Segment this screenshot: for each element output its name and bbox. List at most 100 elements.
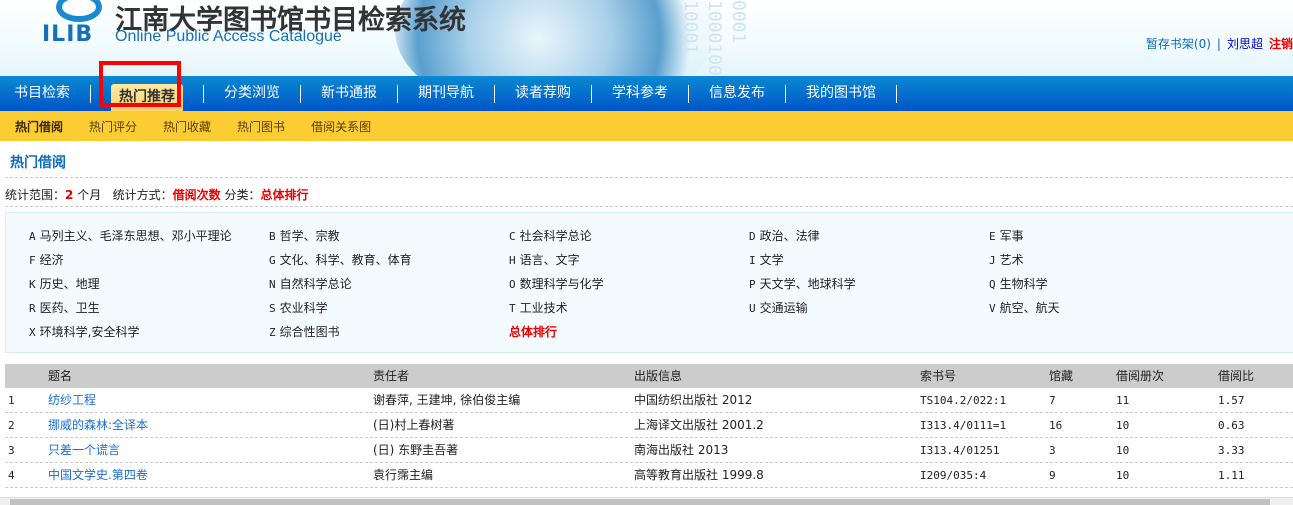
category-link-U[interactable]: U 交通运输 bbox=[749, 299, 808, 316]
category-code: V bbox=[989, 302, 996, 315]
table-row: 2 挪威的森林:全译本 (日)村上春树著 上海译文出版社 2001.2 I313.4/0… bbox=[5, 413, 1293, 438]
cell-loans: 10 bbox=[1116, 469, 1130, 482]
category-link-A[interactable]: A 马列主义、毛泽东思想、邓小平理论 bbox=[29, 227, 232, 244]
category-link-E[interactable]: E 军事 bbox=[989, 227, 1024, 244]
category-link-O[interactable]: O 数理科学与化学 bbox=[509, 275, 604, 292]
category-code: H bbox=[509, 254, 516, 267]
nav-item-4[interactable]: 期刊导航 bbox=[418, 76, 474, 111]
cell-holdings: 9 bbox=[1049, 469, 1056, 482]
category-name: 天文学、地球科学 bbox=[759, 277, 856, 291]
nav-item-3[interactable]: 新书通报 bbox=[321, 76, 377, 111]
table-row: 1 纺纱工程 谢春萍, 王建坤, 徐伯俊主编 中国纺织出版社 2012 TS104.2/… bbox=[5, 388, 1293, 413]
category-code: G bbox=[269, 254, 276, 267]
category-name: 医药、卫生 bbox=[39, 301, 100, 315]
column-header: 借阅册次 bbox=[1116, 369, 1165, 383]
range-unit: 个月 bbox=[73, 188, 102, 202]
category-link-R[interactable]: R 医药、卫生 bbox=[29, 299, 100, 316]
cell-holdings: 16 bbox=[1049, 419, 1063, 432]
category-link-T[interactable]: T 工业技术 bbox=[509, 299, 568, 316]
nav-separator bbox=[494, 84, 495, 103]
category-code: I bbox=[749, 254, 756, 267]
header-banner: 0001 1000100 10001 ILIB 江南大学图书馆书目检索系统 On… bbox=[0, 0, 1293, 76]
category-link-G[interactable]: G 文化、科学、教育、体育 bbox=[269, 251, 412, 268]
column-header: 索书号 bbox=[920, 369, 957, 383]
category-link-B[interactable]: B 哲学、宗教 bbox=[269, 227, 340, 244]
category-link-Q[interactable]: Q 生物科学 bbox=[989, 275, 1048, 292]
book-title-link[interactable]: 挪威的森林:全译本 bbox=[48, 413, 148, 438]
category-link-D[interactable]: D 政治、法律 bbox=[749, 227, 820, 244]
cell-holdings: 7 bbox=[1049, 394, 1056, 407]
nav-item-6[interactable]: 学科参考 bbox=[612, 76, 668, 111]
category-link-H[interactable]: H 语言、文字 bbox=[509, 251, 580, 268]
category-link-F[interactable]: F 经济 bbox=[29, 251, 64, 268]
cell-ratio: 3.33 bbox=[1218, 444, 1245, 457]
category-link-V[interactable]: V 航空、航天 bbox=[989, 299, 1060, 316]
cell-author: (日)村上春树著 bbox=[373, 418, 455, 432]
nav-item-0[interactable]: 书目检索 bbox=[14, 76, 70, 111]
category-link-J[interactable]: J 艺术 bbox=[989, 251, 1024, 268]
category-name: 农业科学 bbox=[279, 301, 328, 315]
cell-loans: 11 bbox=[1116, 394, 1130, 407]
book-title-link[interactable]: 纺纱工程 bbox=[48, 388, 96, 413]
sub-nav: 热门借阅 热门评分 热门收藏 热门图书 借阅关系图 bbox=[0, 111, 1293, 141]
nav-item-2[interactable]: 分类浏览 bbox=[224, 76, 280, 111]
user-name-link[interactable]: 刘思超 bbox=[1227, 37, 1263, 51]
category-name: 马列主义、毛泽东思想、邓小平理论 bbox=[39, 229, 232, 243]
category-name: 军事 bbox=[999, 229, 1024, 243]
binary-decoration: 0001 1000100 10001 bbox=[680, 0, 749, 76]
category-panel: A 马列主义、毛泽东思想、邓小平理论 B 哲学、宗教 C 社会科学总论 D 政治、法律 E 军事 F… bbox=[5, 212, 1293, 353]
category-label: 分类： bbox=[224, 188, 261, 202]
category-code: J bbox=[989, 254, 996, 267]
row-number: 2 bbox=[8, 419, 15, 432]
cell-call: TS104.2/022:1 bbox=[920, 394, 1007, 407]
category-link-Z[interactable]: Z 综合性图书 bbox=[269, 323, 340, 340]
cell-author: 袁行霈主编 bbox=[373, 468, 434, 482]
category-link-all[interactable]: 总体排行 bbox=[509, 323, 557, 340]
category-code: X bbox=[29, 326, 36, 339]
table-header: 题名 责任者 出版信息 索书号 馆藏 借阅册次 借阅比 bbox=[5, 364, 1293, 388]
category-code: F bbox=[29, 254, 36, 267]
logout-link[interactable]: 注销 bbox=[1269, 37, 1293, 51]
subnav-item-4[interactable]: 借阅关系图 bbox=[311, 118, 371, 135]
subnav-item-0[interactable]: 热门借阅 bbox=[15, 118, 63, 135]
category-name: 工业技术 bbox=[519, 301, 568, 315]
category-link-I[interactable]: I 文学 bbox=[749, 251, 784, 268]
subnav-item-1[interactable]: 热门评分 bbox=[89, 118, 137, 135]
category-link-X[interactable]: X 环境科学,安全科学 bbox=[29, 323, 139, 340]
category-name: 数理科学与化学 bbox=[519, 277, 604, 291]
divider bbox=[5, 206, 1293, 207]
nav-separator bbox=[688, 84, 689, 103]
column-header: 题名 bbox=[48, 369, 73, 383]
subnav-item-2[interactable]: 热门收藏 bbox=[163, 118, 211, 135]
subnav-item-3[interactable]: 热门图书 bbox=[237, 118, 285, 135]
category-name: 政治、法律 bbox=[759, 229, 820, 243]
nav-item-5[interactable]: 读者荐购 bbox=[515, 76, 571, 111]
divider bbox=[5, 177, 1293, 178]
category-link-K[interactable]: K 历史、地理 bbox=[29, 275, 100, 292]
book-title-link[interactable]: 中国文学史.第四卷 bbox=[48, 463, 148, 488]
category-code: Z bbox=[269, 326, 276, 339]
book-title-link[interactable]: 只差一个谎言 bbox=[48, 438, 120, 463]
table-row: 4 中国文学史.第四卷 袁行霈主编 高等教育出版社 1999.8 I209/035:4 9… bbox=[5, 463, 1293, 488]
category-link-C[interactable]: C 社会科学总论 bbox=[509, 227, 592, 244]
temp-shelf-link[interactable]: 暂存书架(0) bbox=[1146, 37, 1211, 51]
nav-item-8[interactable]: 我的图书馆 bbox=[806, 76, 876, 111]
cell-pub: 南海出版社 2013 bbox=[634, 443, 729, 457]
row-number: 3 bbox=[8, 444, 15, 457]
nav-item-7[interactable]: 信息发布 bbox=[709, 76, 765, 111]
cell-call: I313.4/01251 bbox=[920, 444, 1000, 457]
category-name: 环境科学,安全科学 bbox=[39, 325, 140, 339]
cell-ratio: 1.57 bbox=[1218, 394, 1245, 407]
category-code: A bbox=[29, 230, 36, 243]
category-name: 哲学、宗教 bbox=[279, 229, 340, 243]
category-link-P[interactable]: P 天文学、地球科学 bbox=[749, 275, 856, 292]
cell-pub: 中国纺织出版社 2012 bbox=[634, 393, 753, 407]
scrollbar-thumb[interactable] bbox=[10, 499, 1270, 505]
category-link-S[interactable]: S 农业科学 bbox=[269, 299, 328, 316]
horizontal-scrollbar[interactable] bbox=[0, 497, 1293, 505]
cell-call: I313.4/0111=1 bbox=[920, 419, 1007, 432]
page-title: 热门借阅 bbox=[10, 155, 66, 171]
nav-separator bbox=[896, 84, 897, 103]
category-link-N[interactable]: N 自然科学总论 bbox=[269, 275, 352, 292]
logo-bubble-icon bbox=[56, 0, 102, 22]
